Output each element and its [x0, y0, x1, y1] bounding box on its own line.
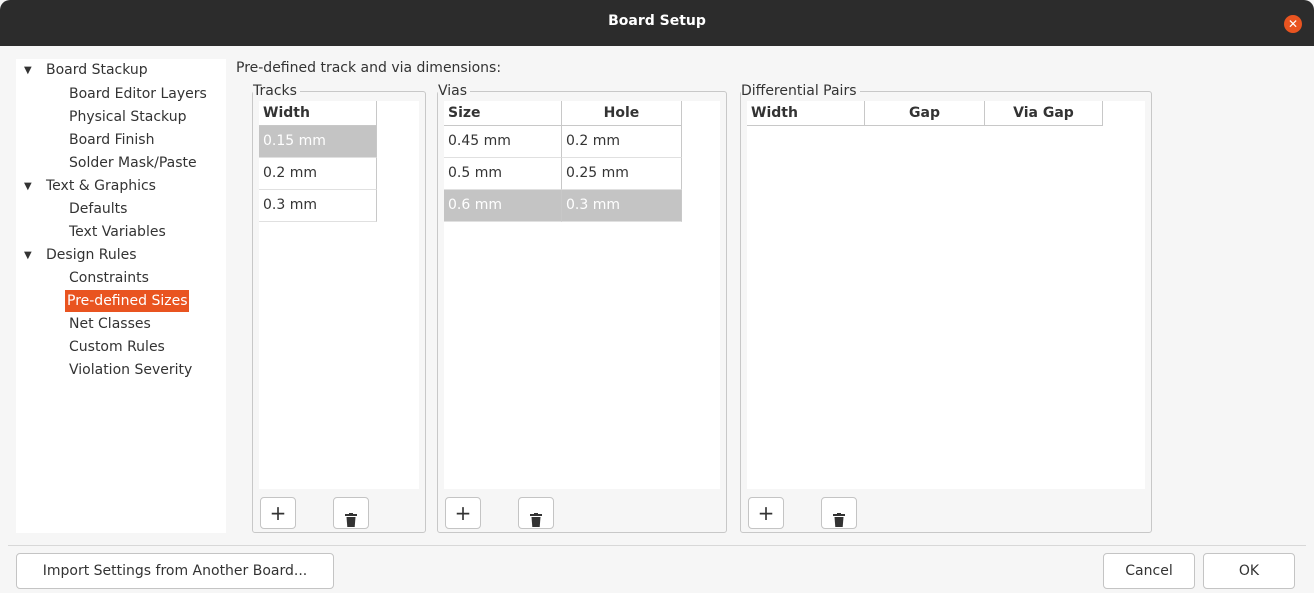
tree-item-net-classes[interactable]: Net Classes	[67, 313, 153, 335]
table-row[interactable]: 0.5 mm 0.25 mm	[444, 158, 682, 190]
via-hole-cell[interactable]: 0.2 mm	[562, 126, 682, 158]
tree-item-board-editor-layers[interactable]: Board Editor Layers	[67, 83, 209, 105]
tree-item-design-rules[interactable]: ▼ Design Rules	[24, 244, 139, 266]
differential-pairs-grid-header: Width Gap Via Gap	[747, 101, 1103, 126]
table-row[interactable]: 0.15 mm	[259, 126, 377, 158]
table-row[interactable]: 0.3 mm	[259, 190, 377, 222]
differential-pairs-group-title: Differential Pairs	[741, 82, 860, 100]
tree-item-solder-mask-paste[interactable]: Solder Mask/Paste	[67, 152, 199, 174]
tree-item-label: Pre-defined Sizes	[65, 290, 190, 312]
differential-pairs-group: Differential Pairs Width Gap Via Gap +	[740, 82, 1152, 533]
tree-item-label: Solder Mask/Paste	[69, 155, 197, 171]
tracks-grid-header: Width	[259, 101, 377, 126]
tree-item-label: Board Editor Layers	[69, 86, 207, 102]
tree-item-label: Physical Stackup	[69, 109, 187, 125]
column-header-gap[interactable]: Gap	[865, 101, 985, 126]
column-header-width[interactable]: Width	[259, 101, 377, 126]
tree-item-label: Constraints	[69, 270, 149, 286]
settings-tree: ▼ Board Stackup Board Editor Layers Physi…	[16, 59, 226, 533]
expand-arrow-icon[interactable]: ▼	[24, 60, 44, 82]
track-width-cell[interactable]: 0.3 mm	[259, 190, 377, 222]
tree-item-label: Text & Graphics	[46, 178, 156, 194]
tree-item-text-graphics[interactable]: ▼ Text & Graphics	[24, 175, 158, 197]
tracks-grid: Width 0.15 mm 0.2 mm 0.3 mm	[259, 101, 419, 489]
tracks-group-title: Tracks	[253, 82, 300, 100]
plus-icon: +	[454, 501, 472, 525]
tree-item-violation-severity[interactable]: Violation Severity	[67, 359, 194, 381]
vias-group: Vias Size Hole 0.45 mm 0.2 mm 0.5 mm 0.2…	[437, 82, 727, 533]
tree-item-label: Board Finish	[69, 132, 155, 148]
delete-diff-pair-button[interactable]	[821, 497, 857, 529]
tree-item-label: Text Variables	[69, 224, 166, 240]
track-width-cell[interactable]: 0.2 mm	[259, 158, 377, 190]
tree-item-constraints[interactable]: Constraints	[67, 267, 151, 289]
delete-track-button[interactable]	[333, 497, 369, 529]
column-header-hole[interactable]: Hole	[562, 101, 682, 126]
title-bar: Board Setup ✕	[0, 0, 1314, 46]
close-icon[interactable]: ✕	[1284, 15, 1302, 33]
expand-arrow-icon[interactable]: ▼	[24, 245, 44, 267]
board-setup-dialog: Board Setup ✕ ▼ Board Stackup Board Edito…	[0, 0, 1314, 593]
expand-arrow-icon[interactable]: ▼	[24, 176, 44, 198]
tree-item-label: Violation Severity	[69, 362, 193, 378]
table-row[interactable]: 0.2 mm	[259, 158, 377, 190]
window-title: Board Setup	[608, 13, 706, 29]
cancel-button[interactable]: Cancel	[1103, 553, 1195, 589]
delete-via-button[interactable]	[518, 497, 554, 529]
footer-separator	[8, 545, 1306, 546]
tree-item-board-stackup[interactable]: ▼ Board Stackup	[24, 59, 150, 81]
add-track-button[interactable]: +	[260, 497, 296, 529]
tree-item-defaults[interactable]: Defaults	[67, 198, 129, 220]
plus-icon: +	[757, 501, 775, 525]
trash-icon	[345, 513, 357, 527]
via-size-cell[interactable]: 0.6 mm	[444, 190, 562, 222]
trash-icon	[833, 513, 845, 527]
tree-item-label: Defaults	[69, 201, 128, 217]
tree-item-pre-defined-sizes[interactable]: Pre-defined Sizes	[65, 290, 190, 312]
tree-item-text-variables[interactable]: Text Variables	[67, 221, 168, 243]
via-hole-cell[interactable]: 0.3 mm	[562, 190, 682, 222]
table-row[interactable]: 0.6 mm 0.3 mm	[444, 190, 682, 222]
via-hole-cell[interactable]: 0.25 mm	[562, 158, 682, 190]
via-size-cell[interactable]: 0.45 mm	[444, 126, 562, 158]
add-via-button[interactable]: +	[445, 497, 481, 529]
column-header-size[interactable]: Size	[444, 101, 562, 126]
vias-group-title: Vias	[438, 82, 471, 100]
tree-item-label: Custom Rules	[69, 339, 165, 355]
trash-icon	[530, 513, 542, 527]
column-header-via-gap[interactable]: Via Gap	[985, 101, 1103, 126]
tracks-group: Tracks Width 0.15 mm 0.2 mm 0.3 mm +	[252, 82, 426, 533]
track-width-cell[interactable]: 0.15 mm	[259, 126, 377, 158]
plus-icon: +	[269, 501, 287, 525]
import-settings-button[interactable]: Import Settings from Another Board...	[16, 553, 334, 589]
section-heading: Pre-defined track and via dimensions:	[236, 60, 502, 76]
ok-button[interactable]: OK	[1203, 553, 1295, 589]
column-header-width[interactable]: Width	[747, 101, 865, 126]
tree-item-board-finish[interactable]: Board Finish	[67, 129, 156, 151]
via-size-cell[interactable]: 0.5 mm	[444, 158, 562, 190]
vias-grid-header: Size Hole	[444, 101, 682, 126]
tree-item-label: Design Rules	[46, 247, 137, 263]
table-row[interactable]: 0.45 mm 0.2 mm	[444, 126, 682, 158]
add-diff-pair-button[interactable]: +	[748, 497, 784, 529]
tree-item-physical-stackup[interactable]: Physical Stackup	[67, 106, 189, 128]
tree-item-custom-rules[interactable]: Custom Rules	[67, 336, 167, 358]
vias-grid: Size Hole 0.45 mm 0.2 mm 0.5 mm 0.25 mm …	[444, 101, 720, 489]
tree-item-label: Net Classes	[69, 316, 151, 332]
differential-pairs-grid: Width Gap Via Gap	[747, 101, 1145, 489]
tree-item-label: Board Stackup	[46, 62, 148, 78]
